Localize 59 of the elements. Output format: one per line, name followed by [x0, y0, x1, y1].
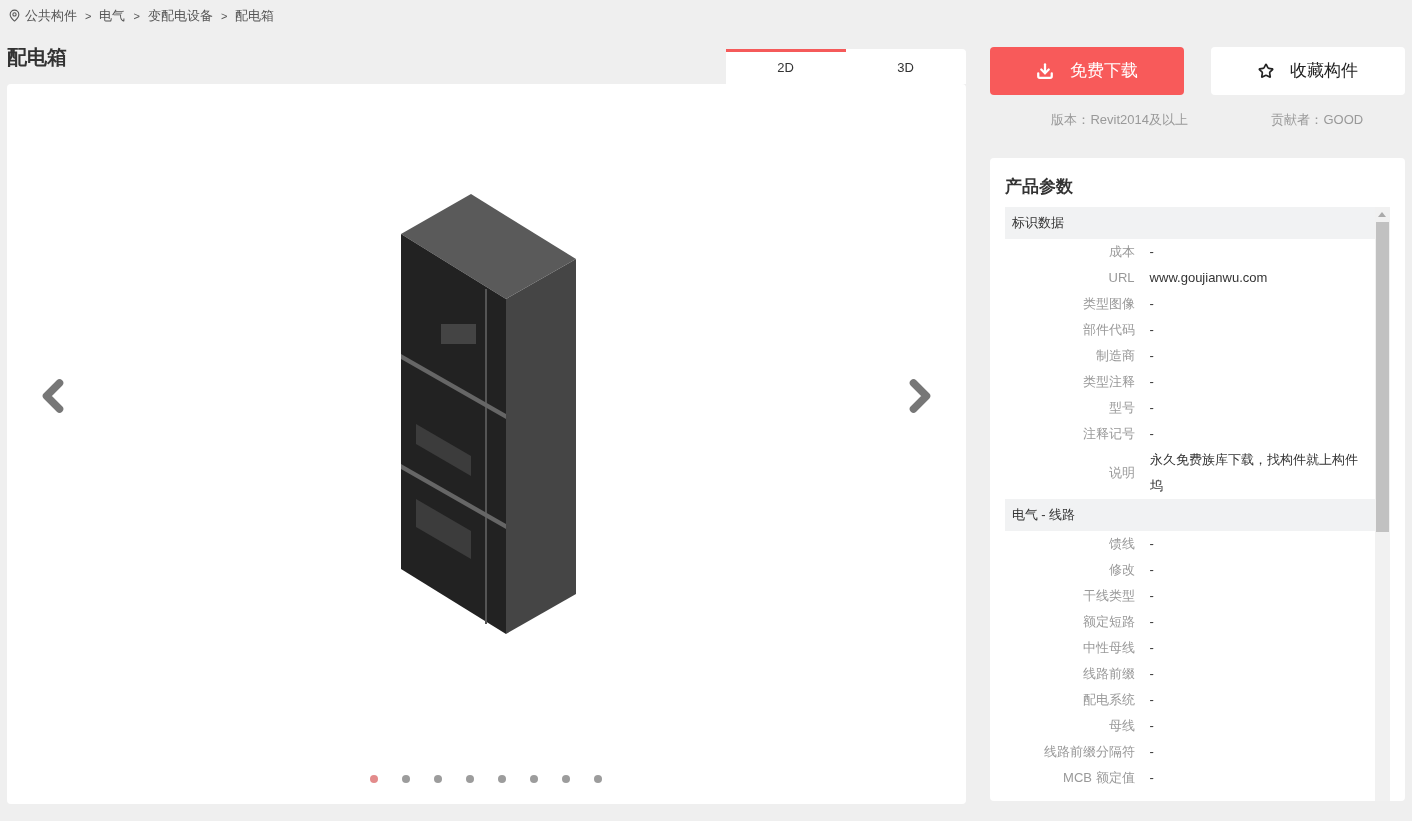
- location-pin-icon: [8, 9, 21, 23]
- param-label: 注释记号: [1081, 424, 1135, 443]
- breadcrumb-separator: >: [84, 8, 93, 24]
- param-value: -: [1148, 716, 1154, 735]
- param-label: 干线类型: [1081, 586, 1135, 605]
- param-value: -: [1148, 320, 1154, 339]
- scroll-up-icon: [1378, 211, 1387, 217]
- param-value: -: [1148, 664, 1154, 683]
- param-label: URL: [1107, 268, 1135, 287]
- param-value: -: [1148, 586, 1154, 605]
- breadcrumb-separator: >: [132, 8, 141, 24]
- param-label: 成本: [1107, 242, 1135, 261]
- param-value: 永久免费族库下载，找构件就上构件坞: [1148, 450, 1359, 495]
- scrollbar-thumb[interactable]: [1375, 221, 1389, 532]
- group-header: 电气 - 线路: [1004, 498, 1375, 531]
- breadcrumb-separator: >: [219, 8, 229, 24]
- param-value: -: [1148, 372, 1154, 391]
- param-value: -: [1148, 346, 1154, 365]
- breadcrumb-link[interactable]: 配电箱: [235, 6, 275, 26]
- param-label: 类型图像: [1081, 294, 1135, 313]
- param-value: www.goujianwu.com: [1148, 268, 1268, 287]
- param-label: 中性母线: [1081, 638, 1135, 657]
- param-value: -: [1148, 638, 1154, 657]
- param-label: 额定短路: [1081, 612, 1135, 631]
- breadcrumb-link[interactable]: 变配电设备: [147, 6, 213, 26]
- param-label: 制造商: [1094, 346, 1135, 365]
- favorite-button[interactable]: 收藏构件: [1211, 46, 1405, 95]
- param-value: -: [1148, 398, 1154, 417]
- param-label: 线路前缀: [1081, 664, 1135, 683]
- param-value: -: [1148, 242, 1154, 261]
- param-label: 修改: [1107, 560, 1135, 579]
- page-title: 配电箱: [7, 44, 67, 70]
- param-value: -: [1148, 768, 1154, 787]
- param-value: -: [1148, 424, 1154, 443]
- param-label: 母线: [1107, 716, 1135, 735]
- breadcrumb-link[interactable]: 电气: [99, 6, 126, 26]
- breadcrumb-link[interactable]: 公共构件: [25, 6, 77, 26]
- param-value: -: [1148, 294, 1154, 313]
- param-label: 部件代码: [1081, 320, 1135, 339]
- param-label: 类型注释: [1081, 372, 1135, 391]
- group-header: 标识数据: [1004, 206, 1375, 239]
- param-value: -: [1148, 690, 1154, 709]
- star-icon: [1258, 62, 1274, 79]
- params-title: 产品参数: [1004, 176, 1074, 198]
- param-value: -: [1148, 560, 1154, 579]
- param-label: 说明: [1107, 463, 1135, 482]
- contributor-text: 贡献者：GOOD: [1271, 110, 1364, 129]
- view-tab[interactable]: 2D: [725, 48, 846, 84]
- download-icon: [1035, 61, 1054, 80]
- view-tab[interactable]: 3D: [845, 48, 966, 84]
- param-label: 馈线: [1107, 534, 1135, 553]
- param-label: 型号: [1107, 398, 1135, 417]
- param-label: MCB 额定值: [1062, 768, 1135, 787]
- param-value: -: [1148, 534, 1154, 553]
- param-label: 线路前缀分隔符: [1042, 742, 1135, 761]
- version-text: 版本：Revit2014及以上: [1051, 110, 1188, 129]
- param-value: -: [1148, 612, 1154, 631]
- param-label: 配电系统: [1081, 690, 1135, 709]
- param-value: -: [1148, 742, 1154, 761]
